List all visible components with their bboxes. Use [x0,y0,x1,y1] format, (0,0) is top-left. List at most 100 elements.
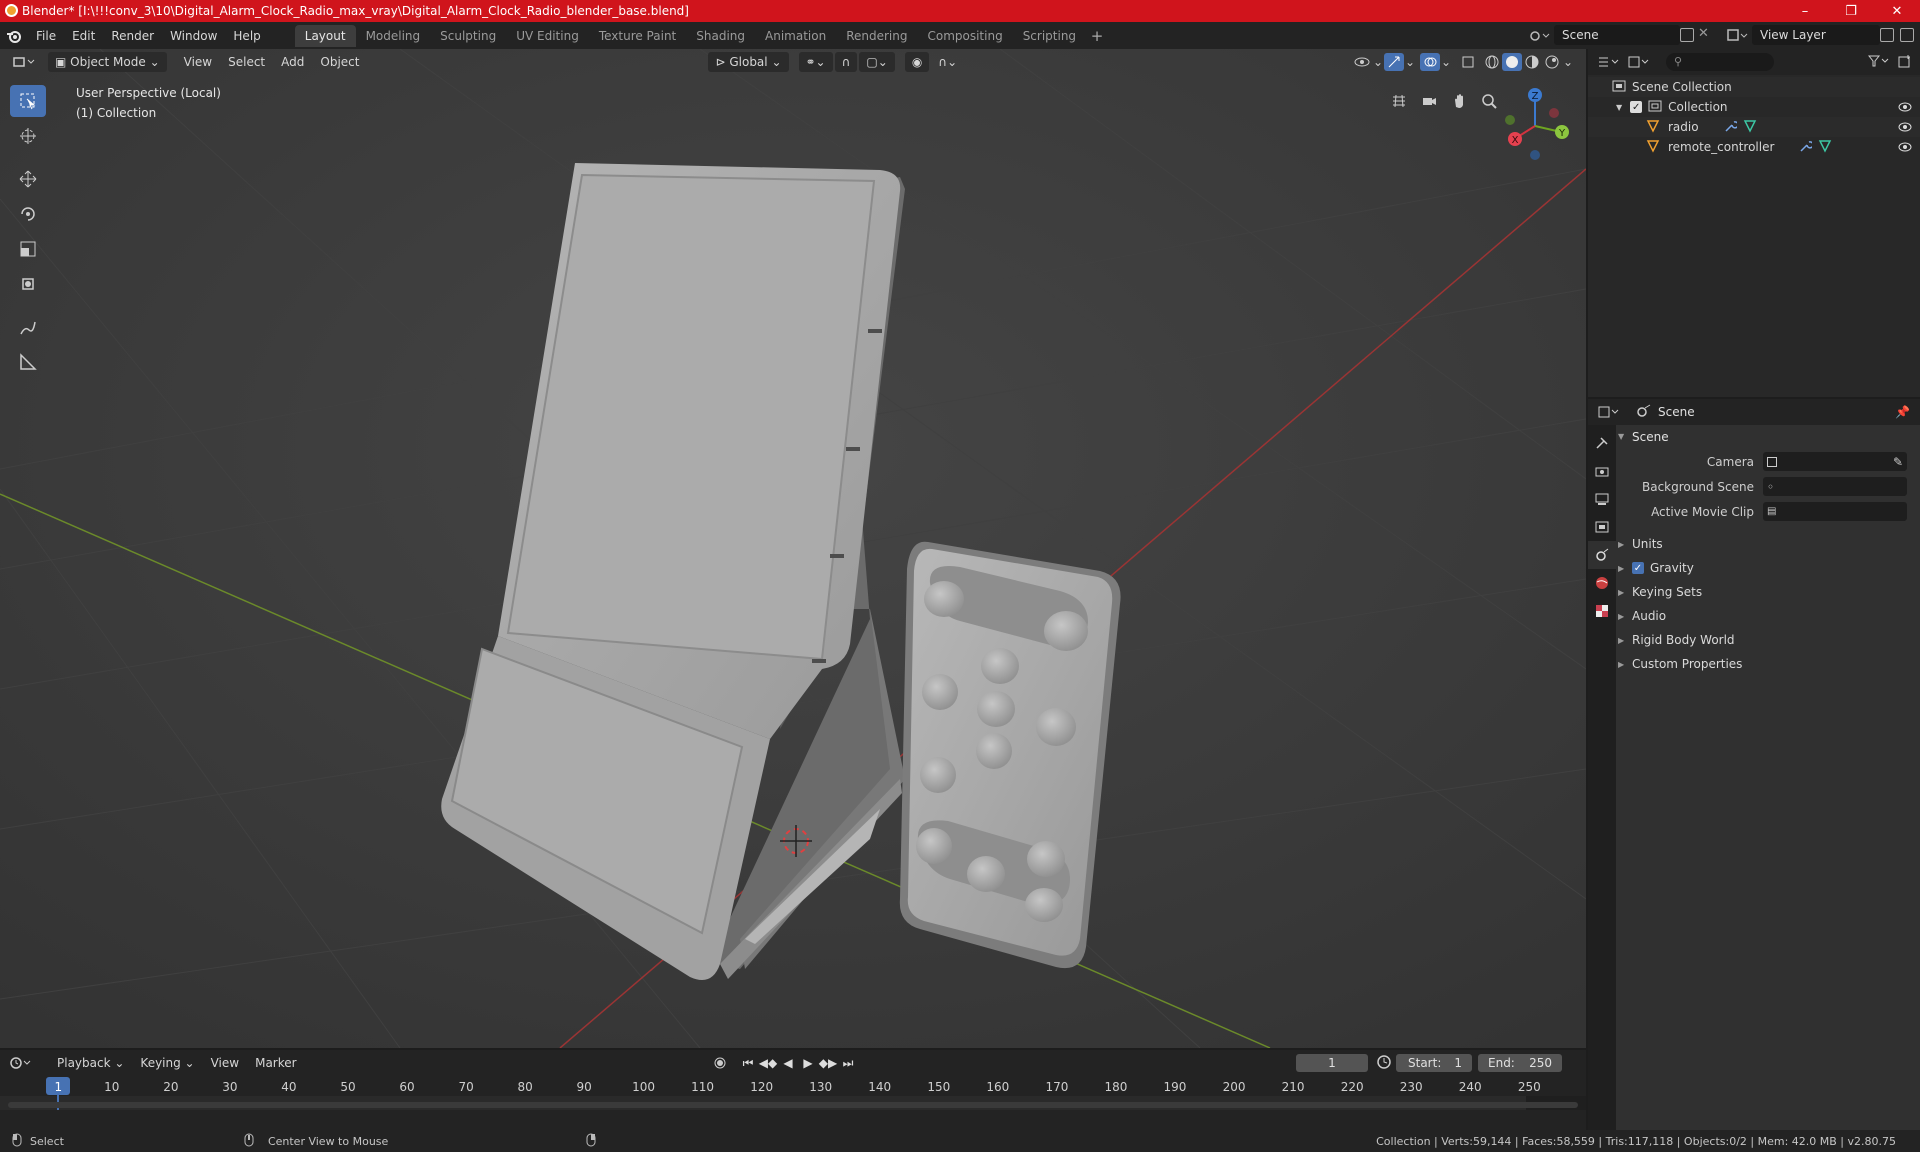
add-workspace-icon[interactable]: + [1086,27,1108,45]
editor-type-icon[interactable] [8,52,40,72]
camera-view-icon[interactable] [1414,86,1444,116]
outliner-row-radio[interactable]: radio [1588,117,1920,137]
close-icon[interactable]: ✕ [1874,0,1920,22]
pan-view-icon[interactable] [1444,86,1474,116]
gizmo-toggle-icon[interactable] [1384,53,1404,71]
tab-animation[interactable]: Animation [755,25,836,47]
background-scene-field[interactable]: ◦ [1763,477,1907,496]
viewport-menu-object[interactable]: Object [313,52,366,72]
tab-scripting[interactable]: Scripting [1013,25,1086,47]
toggle-grid-icon[interactable] [1384,86,1414,116]
camera-field[interactable]: ✎ [1763,452,1907,471]
gravity-checkbox[interactable]: ✓ [1632,562,1644,574]
output-tab-icon[interactable] [1588,485,1616,513]
view-layer-tab-icon[interactable] [1588,513,1616,541]
play-reverse-icon[interactable]: ◀ [778,1054,798,1072]
view-layer-browse-icon[interactable] [1726,27,1748,43]
timeline-menu-view[interactable]: View [204,1053,246,1073]
transform-orientation-dropdown[interactable]: ⊳ Global ⌄ [708,52,789,72]
timeline-menu-marker[interactable]: Marker [248,1053,303,1073]
shading-dropdown-icon[interactable]: ⌄ [1562,53,1574,71]
zoom-view-icon[interactable] [1474,86,1504,116]
scene-tab-icon[interactable] [1588,541,1616,569]
end-frame-field[interactable]: End: 250 [1478,1054,1562,1072]
gizmo-dropdown-icon[interactable]: ⌄ [1404,53,1416,71]
texture-tab-icon[interactable] [1588,597,1616,625]
active-movie-clip-field[interactable]: ▤ [1763,502,1907,521]
visibility-icon[interactable] [1352,53,1372,71]
blender-logo-icon[interactable] [0,22,28,49]
pivot-point-icon[interactable]: ⚭⌄ [798,52,833,72]
visibility-dropdown-icon[interactable]: ⌄ [1372,53,1384,71]
jump-end-icon[interactable]: ⏭ [838,1054,858,1072]
record-icon[interactable] [710,1054,730,1072]
timeline-editor-type-icon[interactable] [10,1053,42,1073]
tab-layout[interactable]: Layout [294,24,356,47]
remote-controller-mesh[interactable] [899,541,1121,969]
select-box-tool-icon[interactable] [10,85,46,117]
scale-tool-icon[interactable] [10,233,46,265]
viewport-menu-select[interactable]: Select [221,52,272,72]
cursor-tool-icon[interactable] [10,120,46,152]
display-mode-icon[interactable] [1628,52,1658,72]
render-tab-icon[interactable] [1588,457,1616,485]
rendered-shading-icon[interactable] [1542,53,1562,71]
properties-editor-type-icon[interactable] [1598,402,1628,422]
units-panel[interactable]: ▶ Units [1618,532,1918,556]
minimize-icon[interactable]: – [1782,0,1828,22]
material-shading-icon[interactable] [1522,53,1542,71]
tab-compositing[interactable]: Compositing [917,25,1012,47]
annotate-tool-icon[interactable] [10,311,46,343]
wireframe-shading-icon[interactable] [1482,53,1502,71]
next-keyframe-icon[interactable]: ◆▶ [818,1054,838,1072]
scene-panel-header[interactable]: ▼ Scene [1618,425,1918,449]
transform-tool-icon[interactable] [10,268,46,300]
timeline-scrollbar[interactable] [8,1102,1578,1108]
audio-panel[interactable]: ▶ Audio [1618,604,1918,628]
tab-modeling[interactable]: Modeling [356,25,431,47]
jump-start-icon[interactable]: ⏮ [738,1054,758,1072]
new-scene-icon[interactable] [1680,28,1694,42]
outliner-row-collection[interactable]: ▼ ✓ Collection [1588,97,1920,117]
overlays-toggle-icon[interactable] [1420,53,1440,71]
tab-rendering[interactable]: Rendering [836,25,917,47]
scene-selector[interactable]: Scene [1554,25,1680,45]
current-frame-field[interactable]: 1 [1296,1054,1368,1072]
remove-view-layer-icon[interactable] [1900,28,1914,42]
collection-checkbox-icon[interactable]: ✓ [1630,101,1643,113]
modifier-wrench-icon[interactable] [1798,139,1815,156]
measure-tool-icon[interactable] [10,346,46,378]
solid-shading-icon[interactable] [1502,53,1522,71]
falloff-icon[interactable]: ∩⌄ [931,52,964,72]
viewport-menu-view[interactable]: View [177,52,219,72]
view-layer-selector[interactable]: View Layer [1752,25,1880,45]
xray-toggle-icon[interactable] [1458,53,1478,71]
tab-texture-paint[interactable]: Texture Paint [589,25,686,47]
mesh-data-icon[interactable] [1818,139,1832,156]
modifier-wrench-icon[interactable] [1723,119,1739,136]
tab-shading[interactable]: Shading [686,25,755,47]
tool-tab-icon[interactable] [1588,429,1616,457]
timeline-menu-playback[interactable]: Playback ⌄ [50,1053,131,1073]
expand-collection-icon[interactable]: ▼ [1616,103,1622,112]
new-collection-icon[interactable] [1898,54,1912,71]
menu-file[interactable]: File [28,25,64,47]
outliner-search-input[interactable]: ⚲ [1666,53,1774,71]
snap-icon[interactable]: ∩ [834,52,858,72]
remote-visibility-icon[interactable] [1898,140,1912,154]
menu-render[interactable]: Render [103,25,162,47]
world-tab-icon[interactable] [1588,569,1616,597]
outliner-row-remote-controller[interactable]: remote_controller [1588,137,1920,157]
custom-properties-panel[interactable]: ▶ Custom Properties [1618,652,1918,676]
snap-target-icon[interactable]: ▢⌄ [859,52,895,72]
use-preview-range-icon[interactable] [1376,1054,1392,1073]
mesh-data-icon[interactable] [1743,119,1757,136]
overlays-dropdown-icon[interactable]: ⌄ [1440,53,1452,71]
menu-edit[interactable]: Edit [64,25,103,47]
play-icon[interactable]: ▶ [798,1054,818,1072]
collection-visibility-icon[interactable] [1898,100,1912,114]
menu-window[interactable]: Window [162,25,225,47]
menu-help[interactable]: Help [225,25,268,47]
new-view-layer-icon[interactable] [1880,28,1894,42]
scene-browse-icon[interactable] [1528,27,1550,43]
